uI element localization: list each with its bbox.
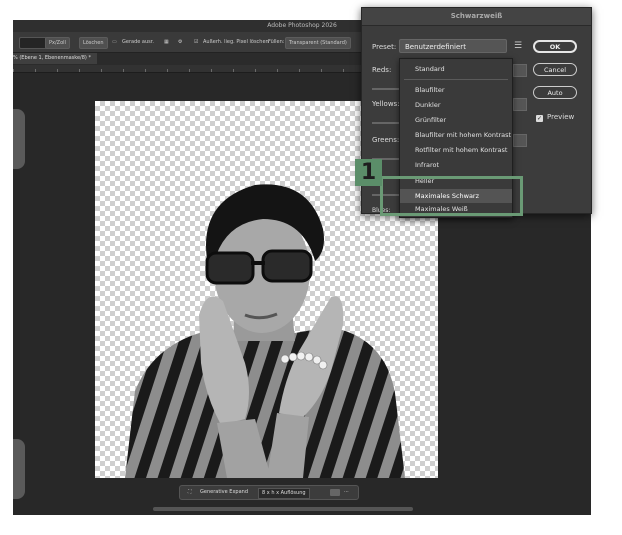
reds-label: Reds:: [372, 66, 392, 74]
more-options-button[interactable]: ···: [344, 486, 349, 499]
expand-icon[interactable]: ⛶: [188, 486, 192, 499]
generative-expand-button[interactable]: Generative Expand: [200, 486, 248, 499]
preset-select[interactable]: Benutzerdefiniert: [399, 39, 507, 53]
dialog-title: Schwarzweiß: [362, 8, 591, 26]
menu-separator: [404, 79, 508, 80]
greens-label: Greens:: [372, 136, 400, 144]
swatch-button[interactable]: [330, 489, 340, 496]
resolution-select[interactable]: 8 x h x Auflösung: [258, 488, 310, 499]
callout-number: 1: [355, 159, 382, 186]
preset-option-gruenfilter[interactable]: Grünfilter: [400, 113, 512, 127]
ok-button[interactable]: OK: [533, 40, 577, 53]
preset-option-blaufilter-kontrast[interactable]: Blaufilter mit hohem Kontrast: [400, 128, 512, 142]
preset-option-blaufilter[interactable]: Blaufilter: [400, 83, 512, 97]
callout-highlight: [380, 176, 523, 216]
fill-select[interactable]: Transparent (Standard): [285, 37, 351, 49]
reds-field[interactable]: [513, 64, 527, 77]
left-panel-edge: [13, 109, 25, 169]
unit-select[interactable]: Px/Zoll: [45, 37, 70, 49]
preset-option-infrarot[interactable]: Infrarot: [400, 158, 512, 172]
preset-option-rotfilter-kontrast[interactable]: Rotfilter mit hohem Kontrast: [400, 143, 512, 157]
width-field[interactable]: [19, 37, 47, 49]
straighten-label: Gerade ausr.: [122, 39, 154, 45]
left-panel-edge-lower: [13, 439, 25, 499]
horizontal-scrollbar[interactable]: [153, 507, 413, 511]
yellows-field[interactable]: [513, 98, 527, 111]
contextual-task-bar: ⛶ Generative Expand 8 x h x Auflösung ··…: [179, 485, 359, 500]
delete-cropped-label: Außerh. lieg. Pixel löschen: [203, 39, 269, 45]
preset-options-icon[interactable]: ☰: [514, 41, 524, 51]
grid-overlay-icon[interactable]: ▦: [161, 37, 172, 47]
auto-button[interactable]: Auto: [533, 86, 577, 99]
preview-label: Preview: [547, 113, 575, 121]
preview-checkbox[interactable]: ✓: [536, 115, 543, 122]
cancel-button[interactable]: Cancel: [533, 63, 577, 76]
yellows-label: Yellows:: [372, 100, 400, 108]
preset-option-standard[interactable]: Standard: [400, 62, 512, 76]
preset-label: Preset:: [372, 43, 397, 51]
greens-field[interactable]: [513, 134, 527, 147]
delete-button[interactable]: Löschen: [79, 37, 108, 49]
gear-icon[interactable]: ⚙: [175, 37, 185, 47]
preset-option-dunkler[interactable]: Dunkler: [400, 98, 512, 112]
document-tab[interactable]: % (Ebene 1, Ebenenmaske/8) *: [13, 53, 97, 64]
